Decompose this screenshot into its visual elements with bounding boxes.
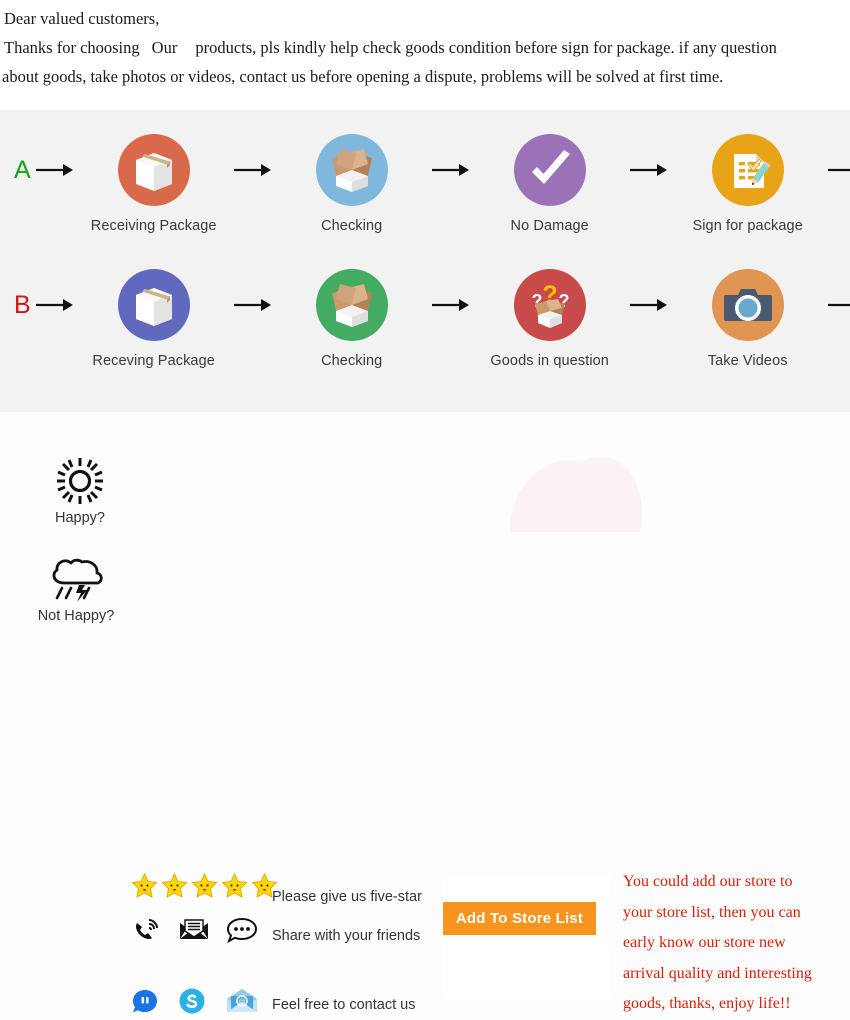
promo-line: early know our store new: [623, 934, 786, 951]
checkmark-icon: [513, 134, 586, 206]
row-tag-b: B: [14, 291, 31, 319]
arrow-icon: [31, 255, 79, 355]
flow-step: ? ? ? Goods in question: [475, 255, 625, 371]
mood-happy: Happy?: [32, 456, 128, 526]
open-box-icon: [315, 134, 388, 206]
flow-step-label: Sign for package: [692, 218, 803, 234]
arrow-icon: [427, 255, 475, 355]
intro-line-2-before: Thanks for choosing: [4, 38, 140, 57]
arrow-icon: [625, 255, 673, 355]
flow-step-label: Receiving Package: [90, 218, 217, 234]
add-to-store-list-button[interactable]: Add To Store List: [443, 902, 596, 935]
intro-section: Dear valued customers, Thanks for choosi…: [0, 0, 850, 110]
svg-text:@: @: [238, 999, 245, 1006]
flow-row-a: A Receiving Package Checking No Damage S…: [0, 120, 850, 236]
promo-line: You could add our store to: [623, 873, 793, 890]
watermark-decoration: [470, 412, 670, 562]
contact-icons-row-2: @: [132, 987, 258, 1015]
flow-step-label: Checking: [321, 218, 383, 234]
arrow-icon: [229, 255, 277, 355]
sealed-box-icon: [117, 269, 190, 341]
skype-icon[interactable]: [178, 987, 206, 1015]
intro-our-word: Our: [151, 38, 178, 57]
store-button-card: [443, 875, 611, 999]
intro-line-2: Thanks for choosing Our products, pls kind…: [2, 33, 848, 62]
open-box-icon: [315, 269, 388, 341]
flow-step: Take Videos: [673, 255, 823, 371]
flow-step: Checking: [277, 120, 427, 236]
arrow-icon: [823, 255, 850, 355]
mood-happy-label: Happy?: [55, 510, 105, 526]
arrow-icon: [823, 120, 850, 220]
row-tag-a: A: [14, 156, 31, 184]
share-friends-text: Share with your friends: [272, 928, 421, 944]
flow-step: Sign for package: [673, 120, 823, 236]
promo-banner: Dear valued customers, Thanks for choosi…: [0, 0, 850, 1014]
rain-cloud-icon: [52, 558, 103, 602]
flow-row-b: B Receving Package Checking ? ? ? Goods …: [0, 255, 850, 390]
intro-line-3: about goods, take photos or videos, cont…: [2, 67, 724, 86]
flow-step-label: Goods in question: [490, 353, 609, 369]
clipboard-pencil-icon: [711, 134, 784, 206]
sealed-box-icon: [117, 134, 190, 206]
flow-step: Checking: [277, 255, 427, 371]
phone-ring-icon[interactable]: [133, 917, 161, 943]
envelope-icon[interactable]: [179, 918, 209, 942]
intro-line-2-after: products, pls kindly help check goods co…: [195, 38, 777, 57]
question-box-icon: ? ? ?: [513, 269, 586, 341]
promo-line: goods, thanks, enjoy life!!: [623, 995, 791, 1012]
flow-step-label: No Damage: [510, 218, 589, 234]
promo-line: arrival quality and interesting: [623, 964, 812, 982]
chat-bubble-icon[interactable]: [227, 917, 257, 943]
arrow-icon: [625, 120, 673, 220]
star-icon: [221, 873, 248, 898]
flow-step: Receving Package: [79, 255, 229, 371]
flow-step-label: Take Videos: [707, 353, 788, 369]
star-icon: [131, 873, 158, 898]
sun-icon: [57, 458, 103, 504]
email-at-icon[interactable]: @: [226, 988, 258, 1014]
rating-stars[interactable]: [131, 873, 278, 899]
contact-icons-row-1: [133, 917, 257, 943]
flow-step: Receiving Package: [79, 120, 229, 236]
flow-step-label: Checking: [321, 353, 383, 369]
star-icon: [191, 873, 218, 898]
process-flow-section: A Receiving Package Checking No Damage S…: [0, 110, 850, 412]
mood-not-happy: Not Happy?: [28, 554, 124, 624]
flow-step-label: Receving Package: [92, 353, 215, 369]
trademanager-icon[interactable]: [132, 988, 158, 1014]
arrow-icon: [427, 120, 475, 220]
arrow-icon: [31, 120, 79, 220]
intro-line-1: Dear valued customers,: [4, 9, 160, 28]
camera-icon: [711, 269, 784, 341]
star-icon: [161, 873, 188, 898]
mood-not-happy-label: Not Happy?: [37, 608, 115, 624]
five-star-text: Please give us five-star: [272, 889, 422, 905]
contact-us-text: Feel free to contact us: [272, 997, 416, 1013]
promo-text: You could add our store to your store li…: [623, 867, 848, 1020]
flow-step: No Damage: [475, 120, 625, 236]
arrow-icon: [229, 120, 277, 220]
footer-section: Happy? Not Happy? @ Please give us five-…: [0, 412, 850, 1014]
promo-line: your store list, then you can: [623, 903, 801, 921]
